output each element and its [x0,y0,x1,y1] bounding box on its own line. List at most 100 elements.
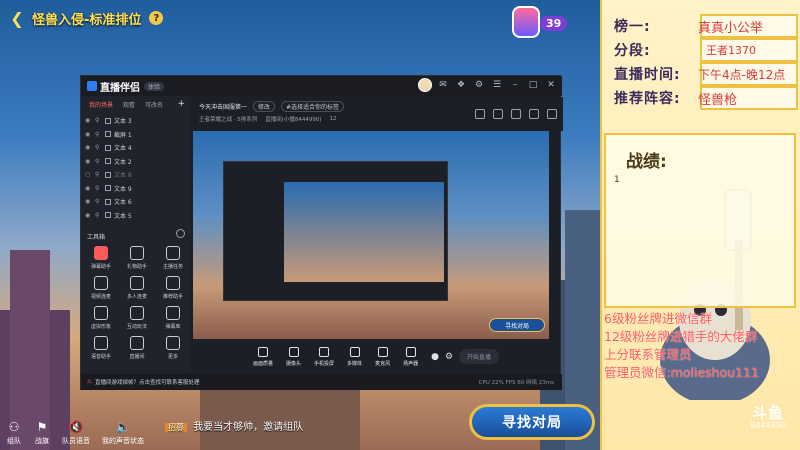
tool-label: 视频连麦 [90,294,111,300]
tier-value: 王者1370 [706,44,756,57]
tab-my-scenes[interactable]: 我的场景 [89,100,113,109]
eye-icon[interactable]: ◉ [85,117,95,124]
time-row: 直播时间: 下午4点-晚12点 [602,64,800,84]
bottom-item-label: 战旗 [35,437,49,445]
user-avatar[interactable] [418,78,432,92]
help-icon[interactable]: ? [149,11,164,25]
save-icon[interactable] [511,109,521,119]
source-item[interactable]: ◉ ⚲ 文本 5 [81,209,191,223]
tool-microphone[interactable]: 麦克风 [375,346,391,367]
maximize-icon[interactable]: □ [526,78,540,92]
source-item[interactable]: ◉ ⚲ 文本 2 [81,155,191,169]
text-source-icon [105,185,111,192]
toolbar-label: 麦克风 [375,360,391,367]
topic-tag-button[interactable]: #选择适合你的标签 [281,101,345,112]
toolbar-label: 扬声器 [403,360,419,367]
tool-phone-cast[interactable]: 手机投屏 [314,346,335,367]
settings-icon[interactable]: ⚙ [472,78,486,92]
find-match-button[interactable]: 寻找对局 [469,404,595,440]
eye-icon[interactable]: ◉ [85,131,95,138]
tool-video-link[interactable]: 视频连麦 [83,276,119,300]
tool-more[interactable]: 更多 [155,336,191,360]
minimize-icon[interactable]: – [508,78,522,92]
gear-icon[interactable]: ⚙ [445,352,453,362]
mute-icon: 🔈 [115,420,131,434]
lock-screen-icon[interactable] [475,109,485,119]
source-label: 截屏 1 [114,131,132,139]
hero-avatar [512,6,540,38]
source-item[interactable]: ○ ⚲ 文本 8 [81,168,191,182]
eye-icon[interactable]: ◉ [85,158,95,165]
copy-icon[interactable] [493,109,503,119]
stream-toolbar: 画面质量 摄像头 手机投屏 多媒体 麦克风 扬声器 ● ⚙ 开始直播 [193,339,562,374]
share-icon[interactable] [547,109,557,119]
lineup-value: 怪兽枪 [698,92,738,108]
bottom-item-team[interactable]: ⚇ 组队 [6,420,22,450]
notification-icon[interactable] [529,109,539,119]
bottom-item-mute[interactable]: 🔈 我的声音状态 [102,420,144,450]
stream-preview[interactable]: 寻找对局 [193,131,549,339]
room-category[interactable]: 王者荣耀之战 · 5排系列 [199,115,257,123]
eye-icon[interactable]: ◉ [85,198,95,205]
video-link-icon [94,276,108,290]
tool-media[interactable]: 多媒体 [347,346,362,367]
time-label: 直播时间: [614,67,681,83]
record-icon[interactable]: ● [431,352,439,362]
start-live-button[interactable]: 开始直播 [459,349,500,364]
eye-off-icon[interactable]: ○ [85,171,95,178]
source-item[interactable]: ◉ ⚲ 文本 3 [81,114,191,128]
level-badge[interactable]: 39 [506,4,576,44]
back-arrow-icon[interactable]: ❮ [6,7,28,29]
toolbox-settings-icon[interactable] [176,229,185,238]
bottom-item-voice[interactable]: 🔇 队员语音 [62,420,90,450]
microphone-icon [377,346,388,357]
edit-title-button[interactable]: 修改 [253,101,276,112]
eye-icon[interactable]: ◉ [85,144,95,151]
close-icon[interactable]: ✕ [544,78,558,92]
text-source-icon [105,171,111,178]
tool-speaker[interactable]: 扬声器 [403,346,419,367]
tool-camera[interactable]: 摄像头 [286,346,302,367]
eye-icon[interactable]: ◉ [85,212,95,219]
lock-icon[interactable]: ⚲ [95,185,105,192]
tool-streamer-task[interactable]: 主播任务 [155,246,191,270]
skin-icon[interactable]: ❖ [454,78,468,92]
bottom-item-flag[interactable]: ⚑ 战旗 [34,420,50,450]
toolbar-label: 手机投屏 [314,360,335,367]
tool-screen-capture[interactable]: 画面质量 [253,346,273,367]
tab-rename[interactable]: 可改名 [145,100,163,109]
tool-recommend[interactable]: 推荐助手 [155,276,191,300]
room-title-row: 今天冲击国服第一 修改 #选择适合你的标签 [199,101,345,112]
lock-icon[interactable]: ⚲ [95,171,105,178]
app-title-bar: 直播伴侣 体验 ✉ ❖ ⚙ ☰ – □ ✕ [81,76,562,96]
tool-avatar[interactable]: 虚拟形象 [83,306,119,330]
lock-icon[interactable]: ⚲ [95,117,105,124]
lock-icon[interactable]: ⚲ [95,198,105,205]
status-message[interactable]: 直播间游戏掉帧？点击查找可联系客服处理 [95,378,200,386]
recruit-chat-line[interactable]: 招募 我要当才够帅，邀请组队 [165,418,303,433]
tool-gift-assistant[interactable]: 礼物助手 [119,246,155,270]
tool-multi-link[interactable]: 多人连麦 [119,276,155,300]
tool-danmu-library[interactable]: 弹幕库 [155,306,191,330]
lock-icon[interactable]: ⚲ [95,158,105,165]
toolbar-label: 摄像头 [286,360,302,367]
source-item[interactable]: ◉ ⚲ 文本 9 [81,182,191,196]
source-item[interactable]: ◉ ⚲ 文本 4 [81,141,191,155]
tool-voice[interactable]: 语音助手 [83,336,119,360]
lock-icon[interactable]: ⚲ [95,131,105,138]
tool-interactive[interactable]: 互动玩法 [119,306,155,330]
tool-label: 主播任务 [162,264,183,270]
add-scene-icon[interactable]: + [177,99,185,109]
lock-icon[interactable]: ⚲ [95,144,105,151]
eye-icon[interactable]: ◉ [85,185,95,192]
recruit-tag: 招募 [165,423,187,432]
source-item[interactable]: ◉ ⚲ 文本 6 [81,195,191,209]
menu-icon[interactable]: ☰ [490,78,504,92]
source-item[interactable]: ◉ ⚲ 截屏 1 [81,128,191,142]
mail-icon[interactable]: ✉ [436,78,450,92]
tab-watch[interactable]: 观看 [123,100,135,109]
source-label: 文本 6 [114,199,132,207]
lock-icon[interactable]: ⚲ [95,212,105,219]
tool-danmu-assistant[interactable]: 弹幕助手 [83,246,119,270]
tool-room[interactable]: 直播间 [119,336,155,360]
